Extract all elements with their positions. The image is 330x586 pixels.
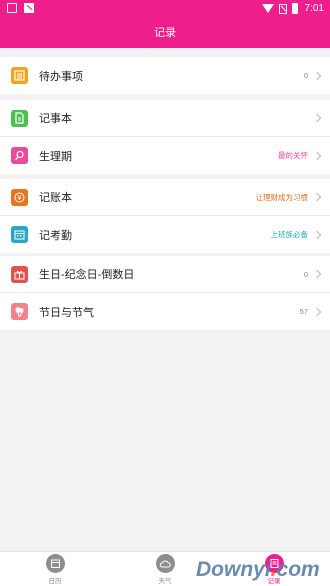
row-label: 生理期 bbox=[39, 150, 72, 163]
row-value: 0 bbox=[303, 269, 308, 279]
row-value: 让理财成为习惯 bbox=[255, 192, 309, 202]
row-label: 节日与节气 bbox=[39, 306, 94, 319]
group-finance: ¥ 记账本 让理财成为习惯 记考勤 上班族必备 bbox=[0, 179, 330, 253]
row-attendance[interactable]: 记考勤 上班族必备 bbox=[0, 216, 330, 253]
row-birthday[interactable]: 生日-纪念日-倒数日 0 bbox=[0, 256, 330, 293]
list-icon bbox=[11, 67, 28, 84]
chevron-right-icon bbox=[312, 113, 322, 123]
calendar-tab-icon bbox=[45, 554, 65, 573]
gift-icon bbox=[11, 265, 28, 283]
watermark-suffix: com bbox=[276, 558, 320, 581]
status-bar: 7:01 bbox=[0, 0, 330, 18]
status-time: 7:01 bbox=[304, 3, 324, 14]
row-value: 0 bbox=[303, 71, 308, 80]
page-title: 记录 bbox=[0, 18, 330, 48]
group-dates: 生日-纪念日-倒数日 0 节日与节气 57 bbox=[0, 256, 330, 330]
battery-icon bbox=[291, 3, 298, 14]
watermark-logo: Downyi.com bbox=[196, 558, 320, 582]
notification-icon-2 bbox=[24, 3, 34, 13]
no-signal-icon bbox=[278, 3, 287, 14]
yen-icon: ¥ bbox=[11, 188, 28, 206]
row-label: 记事本 bbox=[39, 113, 72, 125]
calendar-icon bbox=[11, 226, 28, 243]
tab-calendar[interactable]: 日历 bbox=[25, 554, 85, 585]
row-account-book[interactable]: ¥ 记账本 让理财成为习惯 bbox=[0, 179, 330, 216]
group-notes: 记事本 生理期 最的关怀 bbox=[0, 100, 330, 174]
chevron-right-icon bbox=[312, 230, 322, 239]
chevron-right-icon bbox=[312, 269, 322, 279]
wifi-icon bbox=[261, 4, 274, 13]
row-value: 57 bbox=[299, 307, 308, 316]
balloon-icon bbox=[11, 303, 28, 320]
chevron-right-icon bbox=[312, 151, 322, 160]
row-value: 最的关怀 bbox=[278, 151, 308, 160]
row-todo[interactable]: 待办事项 0 bbox=[0, 57, 330, 94]
female-icon bbox=[11, 147, 28, 164]
row-festival[interactable]: 节日与节气 57 bbox=[0, 293, 330, 330]
tab-weather[interactable]: 天气 bbox=[135, 554, 195, 585]
status-left-icons bbox=[7, 3, 34, 13]
weather-tab-icon bbox=[155, 554, 175, 573]
chevron-right-icon bbox=[312, 71, 322, 80]
tab-label: 天气 bbox=[158, 578, 172, 585]
svg-text:¥: ¥ bbox=[17, 194, 22, 202]
row-value: 上班族必备 bbox=[270, 230, 309, 239]
row-label: 记考勤 bbox=[39, 229, 72, 242]
status-right-icons: 7:01 bbox=[261, 3, 324, 14]
row-period[interactable]: 生理期 最的关怀 bbox=[0, 137, 330, 174]
notification-icon bbox=[7, 3, 17, 13]
chevron-right-icon bbox=[312, 307, 322, 316]
row-label: 记账本 bbox=[39, 192, 72, 204]
row-notebook[interactable]: 记事本 bbox=[0, 100, 330, 137]
row-label: 待办事项 bbox=[39, 70, 83, 83]
group-todo: 待办事项 0 bbox=[0, 57, 330, 94]
chevron-right-icon bbox=[312, 192, 322, 202]
notebook-icon bbox=[11, 109, 28, 127]
row-label: 生日-纪念日-倒数日 bbox=[39, 269, 135, 281]
watermark-text: Downyi bbox=[196, 558, 271, 581]
tab-label: 日历 bbox=[48, 578, 62, 585]
